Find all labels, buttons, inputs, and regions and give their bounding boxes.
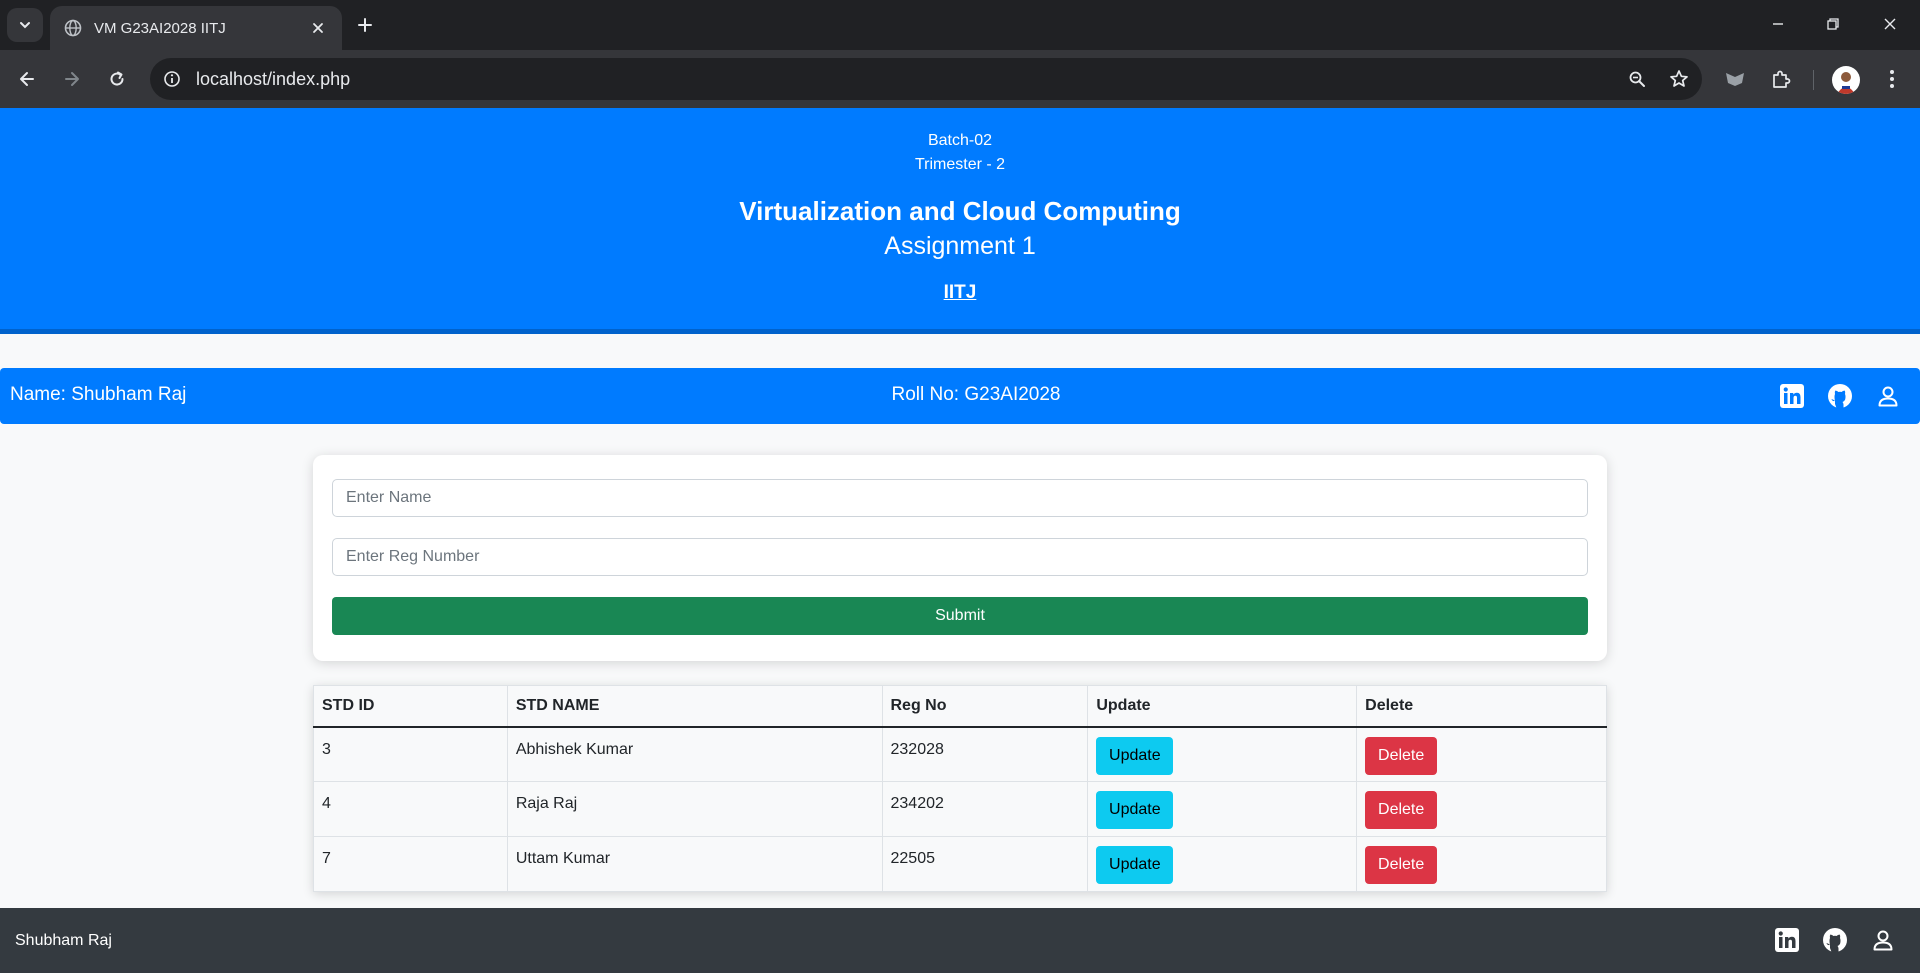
reg-number-input[interactable] [332,538,1588,576]
cell-reg-no: 22505 [881,836,1089,892]
student-social-links [1758,382,1902,410]
update-button[interactable]: Update [1096,736,1174,775]
institute-link[interactable]: IITJ [944,282,977,303]
extension-shield-icon [1726,73,1744,86]
footer-social-links [1753,926,1897,954]
tab-title: VM G23AI2028 IITJ [94,19,226,37]
delete-button[interactable]: Delete [1365,846,1438,884]
zoom-button[interactable] [1618,61,1656,97]
update-button[interactable]: Update [1096,846,1174,884]
students-table-container: STD ID STD NAME Reg No Update Delete 3 A… [313,685,1607,892]
course-title: Virtualization and Cloud Computing [739,196,1181,226]
name-input[interactable] [332,479,1588,517]
browser-toolbar: localhost/index.php [0,50,1920,108]
restore-icon [1827,18,1839,30]
forward-button[interactable] [54,61,90,97]
extensions-menu-button[interactable] [1763,61,1799,97]
cell-std-name: Abhishek Kumar [506,726,883,782]
info-icon [164,71,180,87]
student-info-bar: Name: Shubham Raj Roll No: G23AI2028 [0,368,1920,424]
cell-std-id: 7 [313,836,508,892]
star-icon [1670,70,1688,87]
minimize-icon [1773,23,1783,25]
toolbar-divider [1813,70,1814,90]
column-header-std-id: STD ID [313,685,508,728]
cell-delete: Delete [1356,781,1607,837]
browser-menu-button[interactable] [1874,61,1910,97]
column-header-reg-no: Reg No [881,685,1089,728]
restore-button[interactable] [1813,8,1853,40]
submit-button[interactable]: Submit [332,597,1588,635]
site-info-button[interactable] [154,61,190,97]
reload-icon [110,71,124,86]
github-icon[interactable] [1826,382,1854,410]
minimize-button[interactable] [1758,8,1798,40]
user-icon[interactable] [1874,382,1902,410]
delete-button[interactable]: Delete [1365,791,1438,829]
avatar-icon [1837,72,1855,94]
close-tab-icon[interactable] [308,18,328,38]
batch-label: Batch-02 [927,132,993,149]
new-tab-button[interactable] [350,12,380,38]
cell-std-name: Uttam Kumar [506,836,883,892]
student-form: Submit [313,455,1607,661]
trimester-label: Trimester - 2 [914,156,1006,173]
assignment-title: Assignment 1 [884,232,1036,260]
table-row: 7 Uttam Kumar 22505 Update Delete [313,836,1607,892]
bookmark-button[interactable] [1660,61,1698,97]
linkedin-icon[interactable] [1778,382,1806,410]
linkedin-icon[interactable] [1773,926,1801,954]
browser-tab[interactable]: VM G23AI2028 IITJ [50,6,342,50]
tab-search-button[interactable] [7,8,43,42]
cell-update: Update [1087,726,1358,782]
students-table: STD ID STD NAME Reg No Update Delete 3 A… [313,685,1607,892]
cell-delete: Delete [1356,836,1607,892]
footer-name: Shubham Raj [15,932,112,949]
reload-button[interactable] [99,61,135,97]
table-row: 4 Raja Raj 234202 Update Delete [313,781,1607,837]
puzzle-icon [1773,70,1791,88]
update-button[interactable]: Update [1096,791,1174,829]
table-header-row: STD ID STD NAME Reg No Update Delete [313,685,1607,728]
column-header-std-name: STD NAME [506,685,883,728]
cell-delete: Delete [1356,726,1607,782]
github-icon[interactable] [1821,926,1849,954]
cell-std-id: 4 [313,781,508,837]
close-window-button[interactable] [1870,8,1910,40]
plus-icon [358,18,372,32]
cell-update: Update [1087,781,1358,837]
address-bar[interactable]: localhost/index.php [150,58,1702,100]
extension-button[interactable] [1717,61,1753,97]
institute-heading: IITJ [0,282,1920,304]
student-roll-number: Roll No: G23AI2028 [891,384,1061,405]
globe-icon [64,19,82,37]
arrow-left-icon [20,72,34,86]
profile-avatar[interactable] [1832,66,1860,94]
cell-update: Update [1087,836,1358,892]
page-footer: Shubham Raj [0,908,1920,973]
page-header: Batch-02 Trimester - 2 Virtualization an… [0,108,1920,334]
cell-reg-no: 234202 [881,781,1089,837]
zoom-out-icon [1629,71,1645,87]
cell-reg-no: 232028 [881,726,1089,782]
cell-std-name: Raja Raj [506,781,883,837]
close-icon [1884,18,1896,30]
table-row: 3 Abhishek Kumar 232028 Update Delete [313,726,1607,782]
more-vertical-icon [1890,70,1894,88]
column-header-update: Update [1087,685,1358,728]
column-header-delete: Delete [1356,685,1607,728]
chevron-down-icon [20,22,30,29]
arrow-right-icon [65,72,79,86]
back-button[interactable] [9,61,45,97]
browser-tab-strip: VM G23AI2028 IITJ [0,0,1920,50]
user-icon[interactable] [1869,926,1897,954]
url-text[interactable]: localhost/index.php [196,69,1618,90]
cell-std-id: 3 [313,726,508,782]
delete-button[interactable]: Delete [1365,736,1438,775]
